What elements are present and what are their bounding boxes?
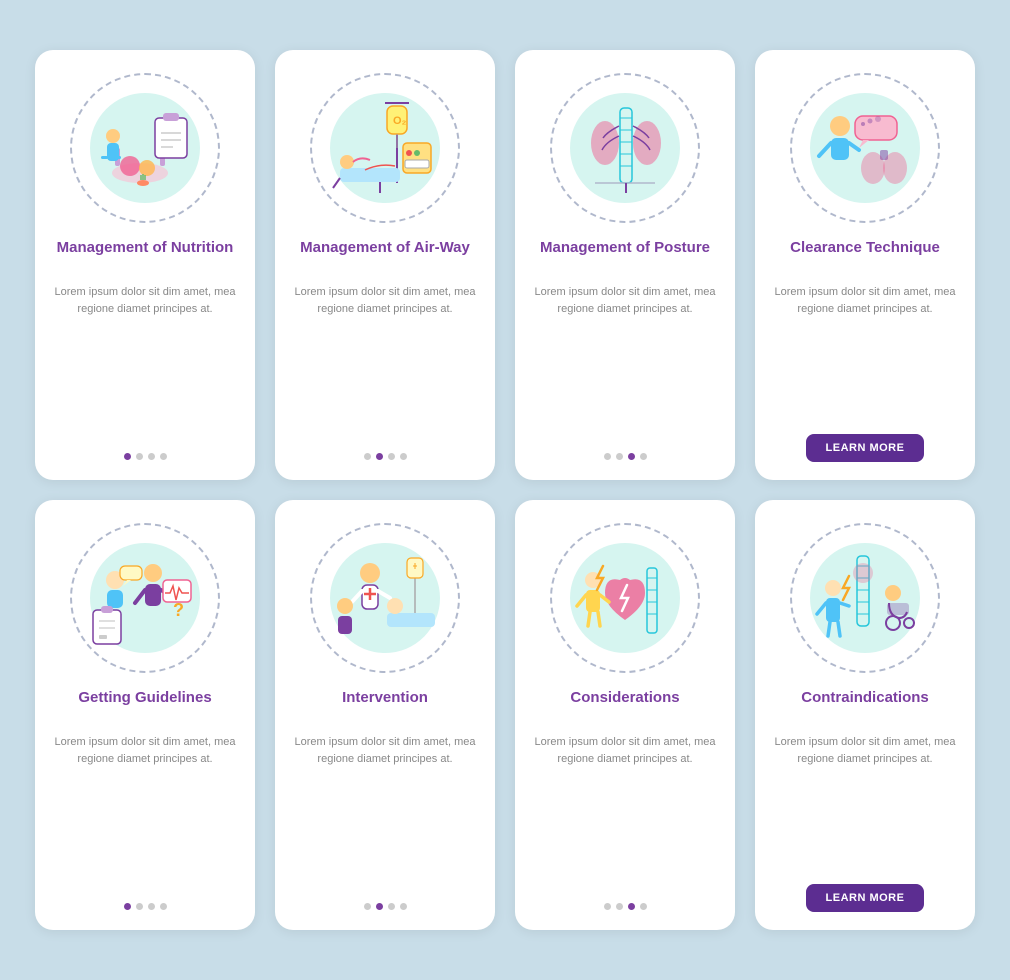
dot-2 <box>148 453 155 460</box>
svg-wrap-nutrition <box>85 88 205 208</box>
card-desc-posture: Lorem ipsum dolor sit dim amet, mea regi… <box>531 284 719 443</box>
pagination-dots-considerations <box>604 903 647 910</box>
card-intervention: Intervention Lorem ipsum dolor sit dim a… <box>275 500 495 930</box>
pagination-dots-airway <box>364 453 407 460</box>
card-title-intervention: Intervention <box>342 688 428 726</box>
illustration-posture <box>545 68 705 228</box>
illustration-nutrition <box>65 68 225 228</box>
svg-wrap-guidelines: ? <box>85 538 205 658</box>
card-title-airway: Management of Air-Way <box>300 238 470 276</box>
svg-wrap-contraindications <box>805 538 925 658</box>
card-posture: Management of Posture Lorem ipsum dolor … <box>515 50 735 480</box>
card-desc-contraindications: Lorem ipsum dolor sit dim amet, mea regi… <box>771 734 959 868</box>
svg-wrap-clearance <box>805 88 925 208</box>
svg-wrap-airway: O₂ <box>325 88 445 208</box>
svg-text:?: ? <box>173 600 184 620</box>
card-guidelines: ? Getting Guidelines Lorem ipsum dolor s… <box>35 500 255 930</box>
dot-1 <box>136 903 143 910</box>
card-title-contraindications: Contraindications <box>801 688 929 726</box>
card-desc-nutrition: Lorem ipsum dolor sit dim amet, mea regi… <box>51 284 239 443</box>
illustration-guidelines: ? <box>65 518 225 678</box>
card-desc-guidelines: Lorem ipsum dolor sit dim amet, mea regi… <box>51 734 239 893</box>
svg-wrap-considerations <box>565 538 685 658</box>
svg-text:O₂: O₂ <box>393 115 407 127</box>
illustration-airway: O₂ <box>305 68 465 228</box>
card-grid: Management of Nutrition Lorem ipsum dolo… <box>5 20 1005 960</box>
card-title-considerations: Considerations <box>570 688 679 726</box>
dot-3 <box>640 903 647 910</box>
card-title-posture: Management of Posture <box>540 238 710 276</box>
dot-2 <box>388 903 395 910</box>
pagination-dots-intervention <box>364 903 407 910</box>
pagination-dots-nutrition <box>124 453 167 460</box>
card-desc-considerations: Lorem ipsum dolor sit dim amet, mea regi… <box>531 734 719 893</box>
dot-0 <box>604 903 611 910</box>
dot-1 <box>376 453 383 460</box>
card-desc-intervention: Lorem ipsum dolor sit dim amet, mea regi… <box>291 734 479 893</box>
pagination-dots-guidelines <box>124 903 167 910</box>
illustration-considerations <box>545 518 705 678</box>
dot-2 <box>628 453 635 460</box>
dot-1 <box>376 903 383 910</box>
dot-3 <box>400 903 407 910</box>
dot-1 <box>616 903 623 910</box>
dot-0 <box>364 453 371 460</box>
card-title-guidelines: Getting Guidelines <box>78 688 211 726</box>
dot-0 <box>604 453 611 460</box>
dot-1 <box>616 453 623 460</box>
illustration-intervention <box>305 518 465 678</box>
card-considerations: Considerations Lorem ipsum dolor sit dim… <box>515 500 735 930</box>
dot-0 <box>124 453 131 460</box>
dot-2 <box>148 903 155 910</box>
card-desc-airway: Lorem ipsum dolor sit dim amet, mea regi… <box>291 284 479 443</box>
pagination-dots-posture <box>604 453 647 460</box>
card-desc-clearance: Lorem ipsum dolor sit dim amet, mea regi… <box>771 284 959 418</box>
dot-3 <box>400 453 407 460</box>
card-nutrition: Management of Nutrition Lorem ipsum dolo… <box>35 50 255 480</box>
card-contraindications: Contraindications Lorem ipsum dolor sit … <box>755 500 975 930</box>
illustration-contraindications <box>785 518 945 678</box>
illustration-clearance <box>785 68 945 228</box>
card-clearance: Clearance Technique Lorem ipsum dolor si… <box>755 50 975 480</box>
svg-wrap-posture <box>565 88 685 208</box>
svg-wrap-intervention <box>325 538 445 658</box>
dot-3 <box>160 903 167 910</box>
learn-more-button-clearance[interactable]: LEARN MORE <box>806 434 925 462</box>
dot-2 <box>628 903 635 910</box>
learn-more-button-contraindications[interactable]: LEARN MORE <box>806 884 925 912</box>
dot-2 <box>388 453 395 460</box>
dot-1 <box>136 453 143 460</box>
card-title-clearance: Clearance Technique <box>790 238 940 276</box>
card-title-nutrition: Management of Nutrition <box>57 238 234 276</box>
dot-3 <box>160 453 167 460</box>
dot-3 <box>640 453 647 460</box>
dot-0 <box>364 903 371 910</box>
dot-0 <box>124 903 131 910</box>
card-airway: O₂ Management of Air-Way Lorem ipsum dol… <box>275 50 495 480</box>
